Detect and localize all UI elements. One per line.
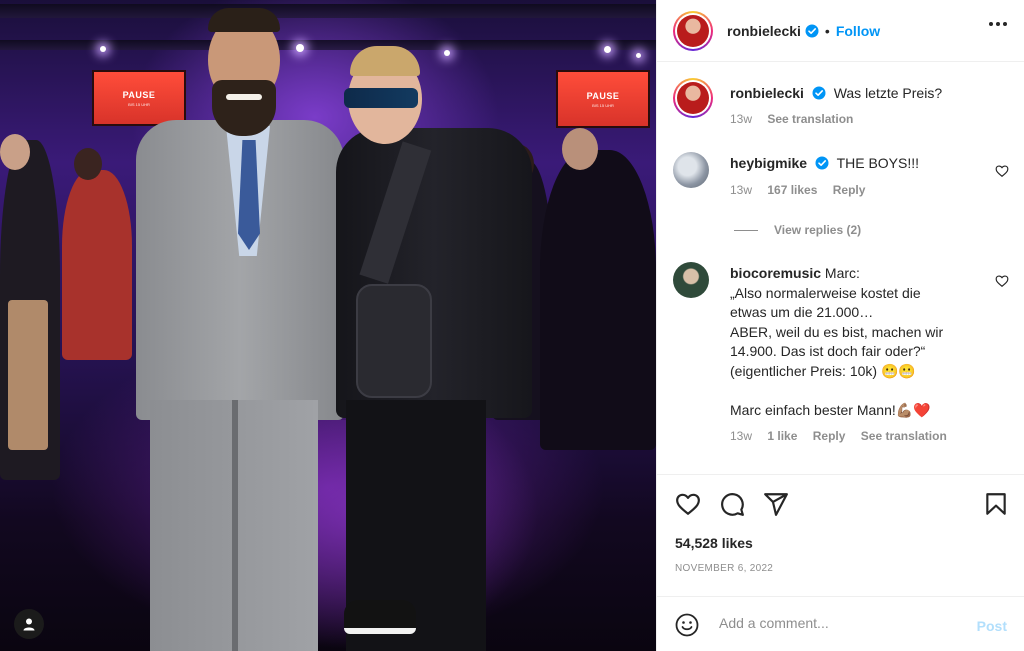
comment-likes[interactable]: 167 likes	[767, 183, 817, 197]
header-separator: •	[824, 22, 830, 39]
comment-line-blank	[730, 381, 992, 401]
comment-line: 14.900. Das ist doch fair oder?“	[730, 343, 926, 359]
screen-subtitle: BIS 15 UHR	[592, 102, 614, 108]
verified-badge-icon	[805, 24, 819, 37]
comment-line: „Also normalerweise kostet die	[730, 284, 921, 301]
comment-item: heybigmike THE BOYS!!! 13w 167 likes Rep…	[673, 152, 1013, 212]
comment-item: biocoremusic Marc: „Also normalerweise k…	[673, 262, 1013, 462]
commenter-avatar[interactable]	[673, 262, 709, 298]
stage-screen: PAUSE BIS 15 UHR	[92, 70, 186, 126]
comments-list[interactable]: ronbielecki Was letzte Preis? 13w See tr…	[657, 62, 1024, 470]
caption-time[interactable]: 13w	[730, 112, 752, 126]
verified-badge-icon	[815, 156, 829, 170]
post-header: ronbielecki • Follow	[657, 0, 1024, 62]
comment-line: Marc einfach bester Mann!💪🏽❤️	[730, 401, 931, 418]
background-person	[62, 170, 132, 360]
post-actions	[657, 474, 1024, 532]
background-person-head	[74, 148, 102, 180]
see-translation-link[interactable]: See translation	[861, 429, 947, 443]
post-date[interactable]: NOVEMBER 6, 2022	[675, 563, 773, 574]
comment-line: ABER, weil du es bist, machen wir	[730, 323, 944, 340]
screen-title: PAUSE	[586, 90, 620, 101]
verified-badge-icon	[812, 86, 826, 100]
replies-divider	[734, 229, 758, 231]
stage-light	[296, 44, 304, 52]
share-icon[interactable]	[763, 491, 789, 517]
view-replies-button[interactable]: View replies (2)	[734, 223, 861, 237]
likes-count[interactable]: 54,528 likes	[675, 535, 753, 551]
bookmark-icon[interactable]	[983, 491, 1009, 517]
comment-line: (eigentlicher Preis: 10k) 😬😬	[730, 362, 916, 379]
comment-time[interactable]: 13w	[730, 183, 752, 197]
tagged-user-button[interactable]	[14, 609, 44, 639]
comment-likes[interactable]: 1 like	[767, 429, 797, 443]
see-translation-link[interactable]: See translation	[767, 112, 853, 126]
commenter-avatar[interactable]	[673, 152, 709, 188]
background-person-head	[0, 134, 30, 170]
stage-screen: PAUSE BIS 15 UHR	[556, 70, 650, 128]
reply-button[interactable]: Reply	[813, 429, 846, 443]
screen-subtitle: BIS 15 UHR	[128, 101, 150, 107]
caption-row: ronbielecki Was letzte Preis? 13w See tr…	[673, 78, 1013, 138]
caption-username[interactable]: ronbielecki	[730, 85, 804, 101]
stage-truss	[0, 4, 656, 18]
background-person-legs	[8, 300, 48, 450]
stage-light	[100, 46, 106, 52]
commenter-username[interactable]: heybigmike	[730, 155, 807, 171]
caption-text: Was letzte Preis?	[833, 85, 943, 101]
comment-text: THE BOYS!!!	[836, 155, 920, 171]
stage-light	[636, 53, 641, 58]
heart-icon[interactable]	[995, 164, 1009, 178]
user-icon	[23, 618, 35, 631]
reply-button[interactable]: Reply	[833, 183, 866, 197]
comment-icon[interactable]	[719, 491, 745, 517]
more-options-icon[interactable]	[989, 22, 1007, 26]
author-avatar-small[interactable]	[673, 78, 713, 118]
commenter-username[interactable]: biocoremusic	[730, 265, 821, 281]
heart-icon[interactable]	[675, 491, 701, 517]
comment-line: Marc:	[824, 265, 860, 281]
comment-input[interactable]	[719, 615, 969, 631]
comment-line: etwas um die 21.000…	[730, 304, 874, 320]
post-photo[interactable]: PAUSE BIS 15 UHR PAUSE BIS 15 UHR	[0, 0, 656, 651]
stage-light	[604, 46, 611, 53]
stage-truss	[0, 40, 656, 50]
post-comment-button[interactable]: Post	[977, 618, 1007, 634]
follow-button[interactable]: Follow	[836, 23, 880, 39]
add-comment-bar: Post	[657, 596, 1024, 651]
background-person-head	[562, 128, 598, 170]
heart-icon[interactable]	[995, 274, 1009, 288]
view-replies-label[interactable]: View replies (2)	[774, 223, 861, 237]
background-person	[540, 150, 656, 450]
author-username[interactable]: ronbielecki	[727, 23, 801, 39]
screen-title: PAUSE	[122, 89, 156, 100]
post-side-panel: ronbielecki • Follow ronbielecki Was let…	[656, 0, 1024, 651]
stage-light	[444, 50, 450, 56]
author-avatar[interactable]	[673, 10, 713, 51]
emoji-icon[interactable]	[675, 613, 699, 637]
comment-time[interactable]: 13w	[730, 429, 752, 443]
